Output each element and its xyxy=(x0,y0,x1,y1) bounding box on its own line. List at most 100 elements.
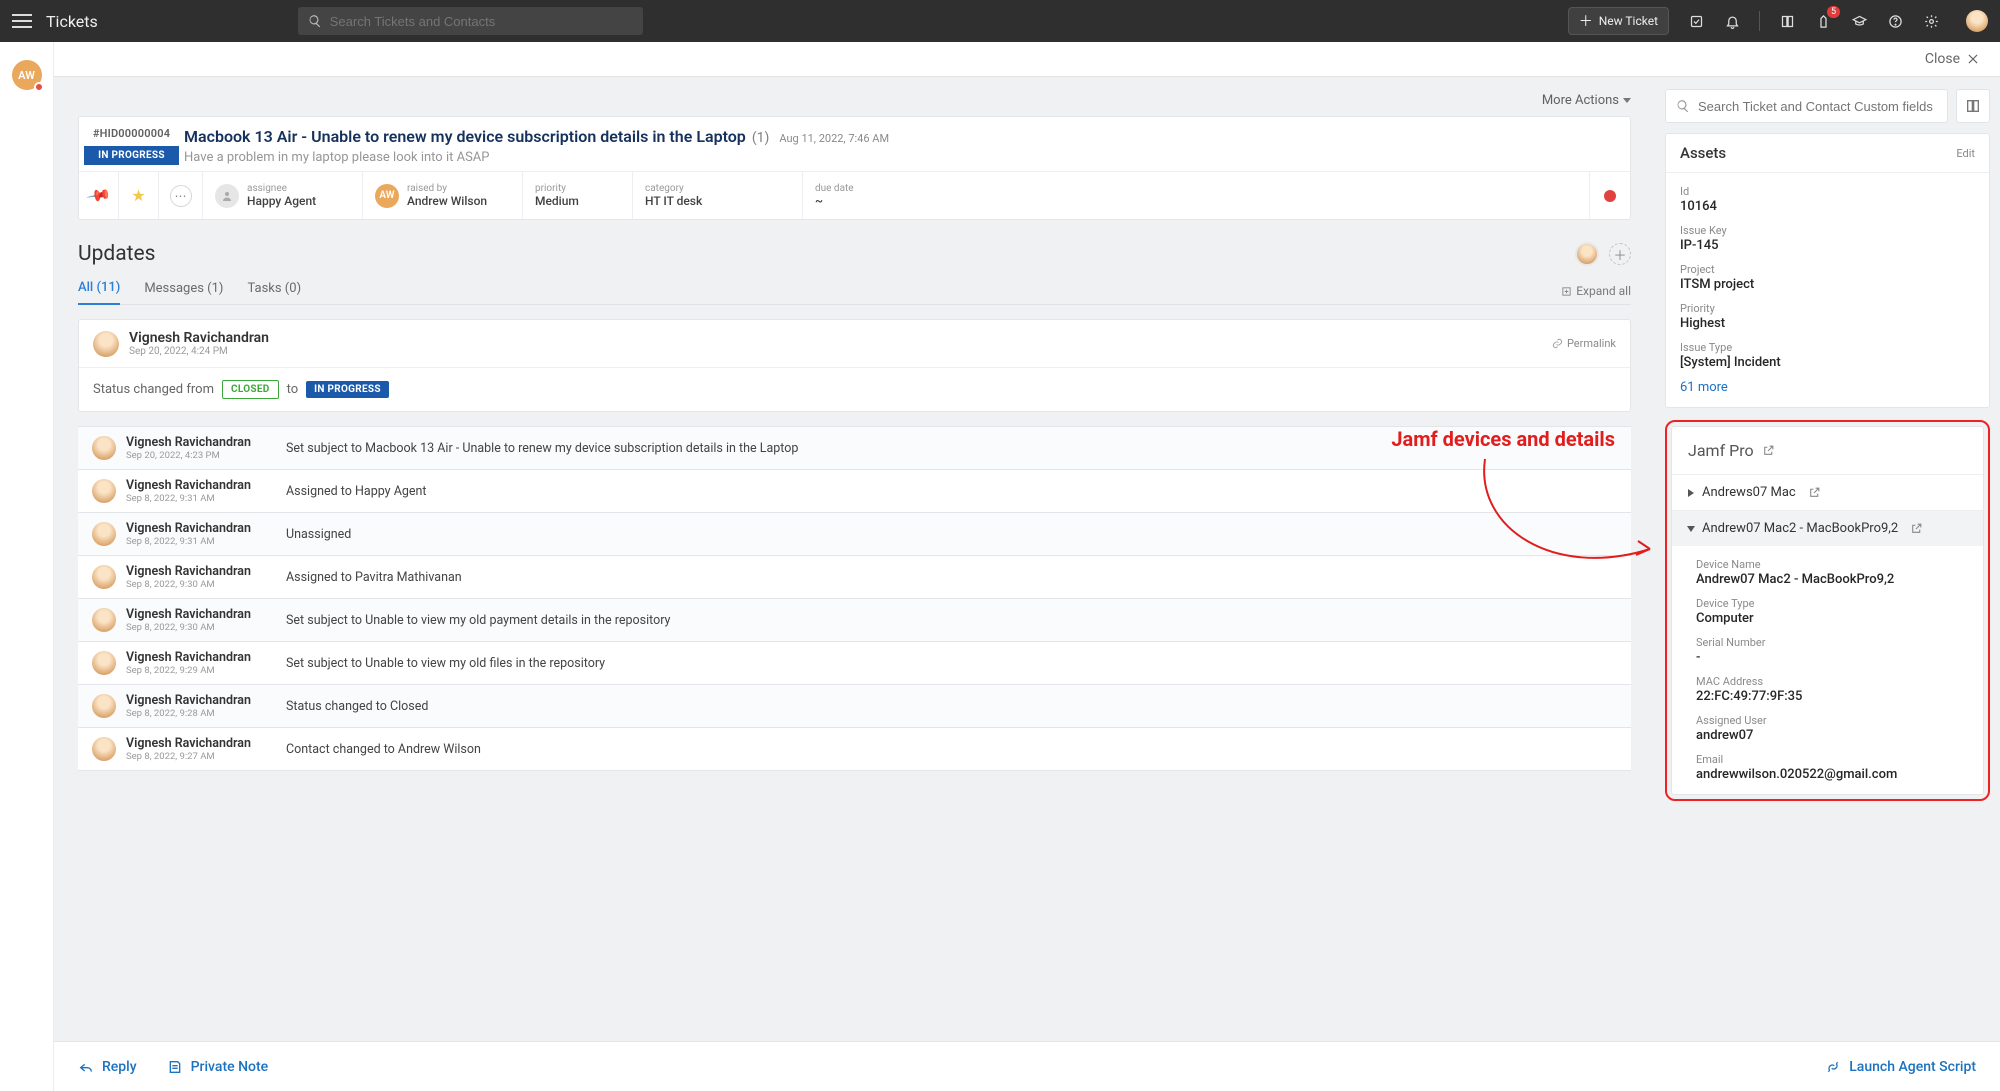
docs-icon[interactable] xyxy=(1778,12,1796,30)
field-label: Project xyxy=(1680,263,1975,276)
field-value: andrewwilson.020522@gmail.com xyxy=(1696,767,1959,782)
topbar: Tickets ＋New Ticket 5 xyxy=(0,0,2000,42)
assets-edit-button[interactable]: Edit xyxy=(1956,147,1975,160)
user-avatar[interactable] xyxy=(1966,10,1988,32)
external-link-icon[interactable] xyxy=(1808,486,1821,499)
raised-by-field[interactable]: AW raised byAndrew Wilson xyxy=(363,172,523,219)
ticket-status-badge: IN PROGRESS xyxy=(84,146,179,165)
reply-button[interactable]: Reply xyxy=(78,1059,137,1075)
expand-all-button[interactable]: Expand all xyxy=(1561,284,1631,298)
launch-agent-script-button[interactable]: Launch Agent Script xyxy=(1825,1059,1976,1075)
author-name: Vignesh Ravichandran xyxy=(126,607,276,622)
global-search[interactable] xyxy=(298,7,643,35)
field-value: Computer xyxy=(1696,611,1959,626)
priority-field[interactable]: priorityMedium xyxy=(523,172,633,219)
update-message: Contact changed to Andrew Wilson xyxy=(286,742,481,757)
tab-all[interactable]: All (11) xyxy=(78,272,120,305)
page-title: Tickets xyxy=(46,12,98,31)
field-label: Assigned User xyxy=(1696,714,1959,727)
update-row[interactable]: Vignesh Ravichandran Sep 8, 2022, 9:31 A… xyxy=(78,470,1631,513)
left-rail: AW xyxy=(0,42,54,1091)
field-label: Issue Type xyxy=(1680,341,1975,354)
tabs: All (11) Messages (1) Tasks (0) Expand a… xyxy=(78,272,1631,305)
commenter-avatar[interactable] xyxy=(1575,242,1599,266)
update-row[interactable]: Vignesh Ravichandran Sep 20, 2022, 4:23 … xyxy=(78,427,1631,470)
star-button[interactable]: ★ xyxy=(119,172,159,219)
update-row[interactable]: Vignesh Ravichandran Sep 8, 2022, 9:31 A… xyxy=(78,513,1631,556)
field-value: andrew07 xyxy=(1696,728,1959,743)
device-name: Andrews07 Mac xyxy=(1702,485,1796,500)
tasks-icon[interactable] xyxy=(1687,12,1705,30)
feed-icon[interactable]: 5 xyxy=(1814,12,1832,30)
add-update-button[interactable]: ＋ xyxy=(1609,243,1631,265)
expand-icon xyxy=(1687,526,1695,532)
help-icon[interactable] xyxy=(1886,12,1904,30)
subheader: Close xyxy=(54,42,2000,77)
update-message: Set subject to Unable to view my old fil… xyxy=(286,656,605,671)
update-row[interactable]: Vignesh Ravichandran Sep 8, 2022, 9:27 A… xyxy=(78,728,1631,771)
external-link-icon[interactable] xyxy=(1762,444,1775,457)
global-search-input[interactable] xyxy=(330,14,633,29)
expand-icon xyxy=(1688,489,1694,497)
status-pill-from: CLOSED xyxy=(222,380,279,399)
external-link-icon[interactable] xyxy=(1910,522,1923,535)
update-time: Sep 20, 2022, 4:23 PM xyxy=(126,450,276,461)
workspace-avatar[interactable]: AW xyxy=(12,60,42,90)
update-row[interactable]: Vignesh Ravichandran Sep 8, 2022, 9:28 A… xyxy=(78,685,1631,728)
menu-icon[interactable] xyxy=(12,11,32,31)
more-menu-button[interactable]: ⋯ xyxy=(159,172,203,219)
update-time: Sep 8, 2022, 9:27 AM xyxy=(126,751,276,762)
pin-icon: 📌 xyxy=(85,182,112,209)
category-field[interactable]: categoryHT IT desk xyxy=(633,172,803,219)
fields-catalog-button[interactable] xyxy=(1956,89,1990,123)
update-row[interactable]: Vignesh Ravichandran Sep 8, 2022, 9:29 A… xyxy=(78,642,1631,685)
field-value: [System] Incident xyxy=(1680,355,1975,370)
device-name: Andrew07 Mac2 - MacBookPro9,2 xyxy=(1702,521,1898,536)
new-ticket-button[interactable]: ＋New Ticket xyxy=(1568,7,1669,35)
author-name: Vignesh Ravichandran xyxy=(126,650,276,665)
author-name: Vignesh Ravichandran xyxy=(129,330,269,346)
custom-fields-search-input[interactable] xyxy=(1698,99,1937,114)
more-icon: ⋯ xyxy=(170,185,192,207)
field-label: MAC Address xyxy=(1696,675,1959,688)
assignee-field[interactable]: assigneeHappy Agent xyxy=(203,172,363,219)
update-time: Sep 8, 2022, 9:31 AM xyxy=(126,536,276,547)
author-avatar xyxy=(92,737,116,761)
bottom-bar: Reply Private Note Launch Agent Script xyxy=(54,1041,2000,1091)
update-message: Status changed to Closed xyxy=(286,699,428,714)
field-value: 10164 xyxy=(1680,199,1975,214)
update-row[interactable]: Vignesh Ravichandran Sep 8, 2022, 9:30 A… xyxy=(78,556,1631,599)
assets-more-link[interactable]: 61 more xyxy=(1680,380,1975,395)
author-avatar xyxy=(92,651,116,675)
settings-icon[interactable] xyxy=(1922,12,1940,30)
jamf-title: Jamf Pro xyxy=(1672,427,1983,474)
permalink-button[interactable]: Permalink xyxy=(1552,337,1616,350)
status-dot xyxy=(34,82,44,92)
field-value: IP-145 xyxy=(1680,238,1975,253)
notifications-icon[interactable] xyxy=(1723,12,1741,30)
jamf-device-row[interactable]: Andrew07 Mac2 - MacBookPro9,2 xyxy=(1672,510,1983,546)
update-row[interactable]: Vignesh Ravichandran Sep 8, 2022, 9:30 A… xyxy=(78,599,1631,642)
field-label: Serial Number xyxy=(1696,636,1959,649)
field-value: Andrew07 Mac2 - MacBookPro9,2 xyxy=(1696,572,1959,587)
author-avatar xyxy=(92,608,116,632)
custom-fields-search[interactable] xyxy=(1665,89,1948,123)
tab-tasks[interactable]: Tasks (0) xyxy=(247,273,301,304)
author-name: Vignesh Ravichandran xyxy=(126,693,276,708)
due-date-field[interactable]: due date~ xyxy=(803,172,1590,219)
author-avatar xyxy=(92,694,116,718)
close-button[interactable]: Close xyxy=(1917,47,1988,71)
jamf-device-row[interactable]: Andrews07 Mac xyxy=(1672,474,1983,510)
author-name: Vignesh Ravichandran xyxy=(126,521,276,536)
private-note-button[interactable]: Private Note xyxy=(167,1059,269,1075)
assignee-avatar xyxy=(215,184,239,208)
tab-messages[interactable]: Messages (1) xyxy=(144,273,223,304)
learn-icon[interactable] xyxy=(1850,12,1868,30)
update-time: Sep 8, 2022, 9:30 AM xyxy=(126,622,276,633)
author-avatar xyxy=(92,479,116,503)
search-icon xyxy=(308,14,322,28)
field-label: Device Type xyxy=(1696,597,1959,610)
pin-button[interactable]: 📌 xyxy=(79,172,119,219)
author-name: Vignesh Ravichandran xyxy=(126,736,276,751)
more-actions-button[interactable]: More Actions xyxy=(1542,93,1631,108)
